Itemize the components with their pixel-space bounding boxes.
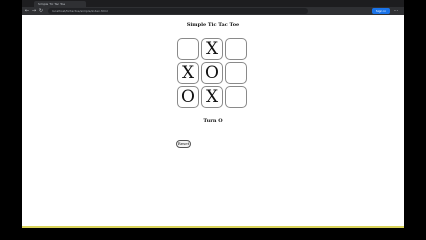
board-cell[interactable]: O	[177, 86, 199, 108]
browser-window: Simple Tic Tac Toe ← → ↻ localhost/ticta…	[22, 0, 404, 227]
more-options-icon[interactable]: ⋯	[392, 7, 400, 15]
board-cell[interactable]: O	[201, 62, 223, 84]
board-cell[interactable]	[225, 86, 247, 108]
board-cell[interactable]	[225, 62, 247, 84]
back-icon[interactable]: ←	[24, 7, 30, 15]
board-cell[interactable]: X	[201, 38, 223, 60]
game-board: X X O O X	[177, 38, 247, 108]
board-cell[interactable]: X	[177, 62, 199, 84]
forward-icon[interactable]: →	[31, 7, 37, 15]
address-bar[interactable]: localhost/tictactoe/simple/index.html	[48, 8, 308, 14]
board-cell[interactable]	[177, 38, 199, 60]
sign-in-button[interactable]: Sign in	[372, 8, 390, 14]
page-title: Simple Tic Tac Toe	[186, 22, 240, 28]
board-cell[interactable]	[225, 38, 247, 60]
taskbar-edge	[22, 226, 404, 228]
tab-bar: Simple Tic Tac Toe	[22, 0, 404, 7]
reset-button[interactable]: Reset	[176, 140, 191, 148]
turn-status: Turn O	[203, 118, 223, 124]
refresh-icon[interactable]: ↻	[38, 7, 44, 15]
board-cell[interactable]: X	[201, 86, 223, 108]
